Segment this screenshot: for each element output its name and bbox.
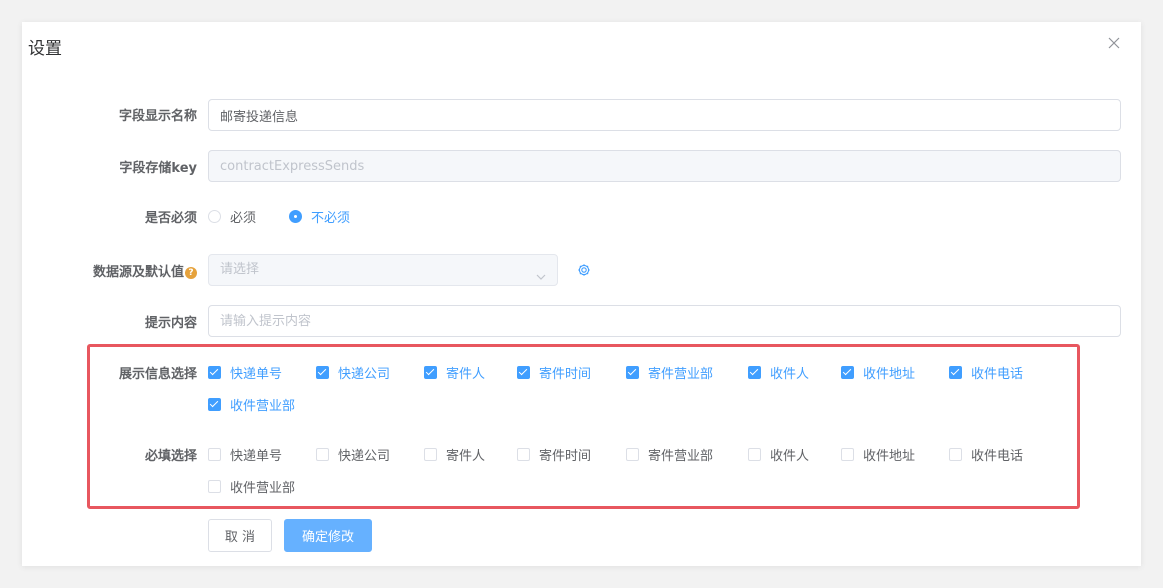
required-select-checkbox-box[interactable] — [208, 448, 221, 461]
display-select-checkbox-label: 收件地址 — [863, 367, 916, 382]
required-select-checkbox-box[interactable] — [208, 480, 221, 493]
settings-dialog: 设置 字段显示名称 字段存储key 是否必须 必须 不必须 数据源及默认值? 请… — [22, 22, 1141, 566]
display-select-checkbox-box[interactable] — [517, 366, 530, 379]
display-select-checkbox-box[interactable] — [748, 366, 761, 379]
datasource-select: 请选择 — [208, 254, 558, 286]
hint-label: 提示内容 — [144, 316, 197, 331]
display-select-checkbox-box[interactable] — [208, 366, 221, 379]
display-select-checkbox-box[interactable] — [841, 366, 854, 379]
required-select-checkbox-label: 快递单号 — [230, 449, 283, 464]
display-select-checkbox-box[interactable] — [424, 366, 437, 379]
display-select-checkbox[interactable]: 寄件营业部 — [626, 363, 713, 382]
radio-not-required-dot[interactable] — [289, 210, 302, 223]
close-icon[interactable] — [1107, 36, 1121, 50]
display-select-checkbox-label: 寄件人 — [446, 367, 486, 382]
hint-input[interactable] — [208, 305, 1121, 337]
required-select-checkbox[interactable]: 快递公司 — [316, 445, 390, 464]
required-select-checkbox-box[interactable] — [424, 448, 437, 461]
required-select-label: 必填选择 — [144, 449, 197, 464]
required-select-checkbox[interactable]: 收件电话 — [949, 445, 1023, 464]
gear-icon[interactable] — [577, 263, 591, 281]
radio-not-required[interactable]: 不必须 — [289, 207, 350, 226]
required-select-checkbox-label: 收件营业部 — [230, 481, 296, 496]
confirm-button[interactable]: 确定修改 — [284, 519, 372, 552]
display-select-checkbox[interactable]: 快递单号 — [208, 363, 282, 382]
required-select-checkbox-label: 收件电话 — [971, 449, 1024, 464]
display-select-checkbox[interactable]: 寄件时间 — [517, 363, 591, 382]
required-select-checkbox-box[interactable] — [748, 448, 761, 461]
display-select-checkbox-label: 收件营业部 — [230, 399, 296, 414]
display-select-checkbox-label: 收件人 — [770, 367, 810, 382]
required-select-checkbox-label: 寄件人 — [446, 449, 486, 464]
display-select-checkbox-label: 快递单号 — [230, 367, 283, 382]
required-select-checkbox-label: 快递公司 — [338, 449, 391, 464]
required-select-checkbox[interactable]: 收件地址 — [841, 445, 915, 464]
display-select-checkbox-box[interactable] — [949, 366, 962, 379]
datasource-label-text: 数据源及默认值 — [92, 265, 184, 280]
display-select-checkbox[interactable]: 快递公司 — [316, 363, 390, 382]
display-select-checkbox[interactable]: 收件电话 — [949, 363, 1023, 382]
required-select-checkbox[interactable]: 快递单号 — [208, 445, 282, 464]
storage-key-label: 字段存储key — [119, 161, 197, 176]
datasource-label: 数据源及默认值? — [93, 261, 197, 280]
display-select-checkbox[interactable]: 寄件人 — [424, 363, 485, 382]
radio-required-dot[interactable] — [208, 210, 221, 223]
help-icon[interactable]: ? — [185, 267, 197, 279]
required-select-checkbox[interactable]: 寄件人 — [424, 445, 485, 464]
display-select-checkbox[interactable]: 收件地址 — [841, 363, 915, 382]
required-select-checkbox-label: 收件人 — [770, 449, 810, 464]
radio-required[interactable]: 必须 — [208, 207, 256, 226]
datasource-placeholder: 请选择 — [220, 262, 260, 277]
radio-not-required-label: 不必须 — [311, 211, 351, 226]
storage-key-input — [208, 150, 1121, 182]
radio-required-label: 必须 — [230, 211, 257, 226]
display-select-label: 展示信息选择 — [118, 367, 197, 382]
display-select-checkbox-label: 寄件时间 — [539, 367, 592, 382]
cancel-button[interactable]: 取 消 — [208, 519, 272, 552]
required-select-checkbox-label: 寄件时间 — [539, 449, 592, 464]
required-select-checkbox[interactable]: 收件人 — [748, 445, 809, 464]
display-select-checkbox-box[interactable] — [208, 398, 221, 411]
required-select-checkbox[interactable]: 寄件营业部 — [626, 445, 713, 464]
required-select-checkbox-box[interactable] — [841, 448, 854, 461]
display-select-checkbox-box[interactable] — [626, 366, 639, 379]
display-select-checkbox[interactable]: 收件人 — [748, 363, 809, 382]
dialog-title: 设置 — [28, 39, 62, 59]
display-name-input[interactable] — [208, 99, 1121, 131]
display-select-checkbox-label: 快递公司 — [338, 367, 391, 382]
required-select-checkbox[interactable]: 收件营业部 — [208, 477, 295, 496]
display-name-label: 字段显示名称 — [118, 109, 197, 124]
required-select-checkbox-label: 寄件营业部 — [648, 449, 714, 464]
required-select-checkbox-box[interactable] — [517, 448, 530, 461]
display-select-checkbox-label: 寄件营业部 — [648, 367, 714, 382]
required-select-checkbox-box[interactable] — [316, 448, 329, 461]
chevron-down-icon — [535, 265, 547, 295]
required-select-checkbox-label: 收件地址 — [863, 449, 916, 464]
display-select-checkbox-label: 收件电话 — [971, 367, 1024, 382]
display-select-checkbox[interactable]: 收件营业部 — [208, 395, 295, 414]
required-select-checkbox-box[interactable] — [949, 448, 962, 461]
display-select-checkbox-box[interactable] — [316, 366, 329, 379]
required-select-checkbox-box[interactable] — [626, 448, 639, 461]
required-label: 是否必须 — [144, 211, 197, 226]
required-select-checkbox[interactable]: 寄件时间 — [517, 445, 591, 464]
